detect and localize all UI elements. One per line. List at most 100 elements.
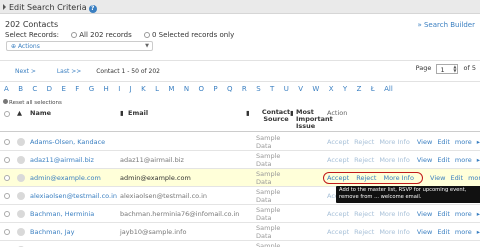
alpha-filter-8[interactable]: I (118, 85, 120, 93)
table-header: ▲ Name ▮ Email ▮ Contact Source ▮ Most I… (0, 106, 480, 132)
sort-name-icon[interactable]: ▲ (17, 109, 22, 117)
alpha-filter-4[interactable]: E (61, 85, 65, 93)
column-name[interactable]: Name (30, 109, 51, 117)
reject-action[interactable]: Reject (354, 138, 374, 146)
reject-action[interactable]: Reject (354, 156, 374, 164)
alpha-filter-22[interactable]: W (312, 85, 319, 93)
page-number-input[interactable]: 1 ▲ ▼ (436, 64, 459, 74)
column-email[interactable]: Email (128, 109, 148, 117)
row-checkbox[interactable] (4, 193, 10, 199)
contact-name-link[interactable]: adaz11@airmail.biz (30, 156, 94, 164)
help-icon[interactable]: ? (88, 5, 97, 13)
alpha-filter-13[interactable]: N (184, 85, 189, 93)
edit-action[interactable]: Edit (437, 138, 450, 146)
alpha-filter-all[interactable]: All (384, 85, 393, 93)
column-most-important-issue[interactable]: Most Important Issue (296, 109, 333, 130)
alpha-filter-12[interactable]: M (168, 85, 174, 93)
contact-name-link[interactable]: Adams-Olsen, Kandace (30, 138, 105, 146)
accept-action[interactable]: Accept (327, 210, 349, 218)
alpha-filter-2[interactable]: C (32, 85, 37, 93)
edit-action[interactable]: Edit (437, 210, 450, 218)
accept-action[interactable]: Accept (327, 138, 349, 146)
more-info-action[interactable]: More Info (383, 174, 413, 182)
alpha-filter-7[interactable]: H (104, 85, 109, 93)
reject-action[interactable]: Reject (354, 210, 374, 218)
alpha-filter-17[interactable]: R (242, 85, 247, 93)
alpha-filter-11[interactable]: L (155, 85, 159, 93)
more-action[interactable]: more▸ (455, 228, 480, 236)
view-action[interactable]: View (430, 174, 445, 182)
edit-search-criteria-toggle[interactable]: Edit Search Criteria? (0, 0, 480, 14)
reset-all-selections[interactable]: Reset all selections (3, 99, 62, 106)
reject-action[interactable]: Reject (354, 228, 374, 236)
reject-action[interactable]: Reject (356, 174, 376, 182)
more-action[interactable]: more▸ (455, 156, 480, 164)
alpha-filter-9[interactable]: J (130, 85, 132, 93)
alpha-filter-26[interactable]: Ł (371, 85, 375, 93)
sort-issue-icon[interactable]: ▮ (290, 109, 294, 117)
alpha-filter-0[interactable]: A (4, 85, 9, 93)
row-checkbox[interactable] (4, 139, 10, 145)
view-action[interactable]: View (417, 138, 432, 146)
page-range: Contact 1 - 50 of 202 (96, 68, 160, 75)
alpha-filter-3[interactable]: D (47, 85, 52, 93)
row-actions: Accept Reject More Info View Edit more▸ (327, 156, 480, 164)
more-info-action[interactable]: More Info (379, 210, 409, 218)
alpha-filter-23[interactable]: X (329, 85, 334, 93)
contact-name-link[interactable]: Bachman, Herminia (30, 210, 94, 218)
alpha-filter-21[interactable]: V (298, 85, 303, 93)
row-checkbox[interactable] (4, 175, 10, 181)
contact-name-link[interactable]: admin@example.com (30, 174, 101, 182)
more-action[interactable]: more▸ (468, 174, 480, 182)
alpha-filter-18[interactable]: S (256, 85, 260, 93)
selected-records-radio[interactable] (143, 32, 150, 38)
more-action[interactable]: more▸ (455, 210, 480, 218)
accept-action[interactable]: Accept (327, 228, 349, 236)
more-info-action[interactable]: More Info (379, 138, 409, 146)
alpha-filter-6[interactable]: G (89, 85, 94, 93)
contact-name-link[interactable]: alexiaolsen@testmail.co.in (30, 192, 117, 200)
alpha-filter-14[interactable]: O (198, 85, 204, 93)
sort-source-icon[interactable]: ▮ (246, 109, 250, 117)
edit-action[interactable]: Edit (437, 156, 450, 164)
alpha-filter-15[interactable]: P (213, 85, 217, 93)
more-info-action[interactable]: More Info (379, 156, 409, 164)
accept-action[interactable]: Accept (327, 174, 349, 182)
row-checkbox[interactable] (4, 211, 10, 217)
alpha-filter-1[interactable]: B (18, 85, 23, 93)
alpha-filter-20[interactable]: U (284, 85, 289, 93)
alpha-filter-5[interactable]: F (75, 85, 79, 93)
next-page-link[interactable]: Next > (15, 68, 36, 75)
contact-email: jayb10@sample.info (120, 228, 187, 236)
view-action[interactable]: View (417, 228, 432, 236)
alpha-filter-10[interactable]: K (141, 85, 146, 93)
selected-records-label: 0 Selected records only (151, 31, 235, 39)
edit-action[interactable]: Edit (450, 174, 463, 182)
alpha-filter-16[interactable]: Q (227, 85, 233, 93)
more-action[interactable]: more▸ (455, 138, 480, 146)
edit-action[interactable]: Edit (437, 228, 450, 236)
spinner-icon[interactable]: ▲ ▼ (453, 65, 456, 73)
contact-name-link[interactable]: Bachman, Jay (30, 228, 74, 236)
last-page-link[interactable]: Last >> (57, 68, 81, 75)
search-builder-link[interactable]: » Search Builder (417, 21, 475, 29)
actions-select[interactable]: ⊕ Actions ▼ (6, 41, 153, 51)
all-records-label: All 202 records (79, 31, 132, 39)
row-checkbox[interactable] (4, 157, 10, 163)
alpha-filter-19[interactable]: T (270, 85, 274, 93)
sort-email-icon[interactable]: ▮ (120, 109, 124, 117)
alphabet-filter: A B C D E F G H I J K L M N O P Q R S T U V W X Y Z Ł All (4, 85, 480, 95)
accept-action[interactable]: Accept (327, 156, 349, 164)
row-checkbox[interactable] (4, 229, 10, 235)
contact-type-icon (17, 192, 25, 200)
view-action[interactable]: View (417, 156, 432, 164)
alpha-filter-25[interactable]: Z (357, 85, 362, 93)
select-all-checkbox[interactable] (4, 111, 10, 117)
row-actions: Accept Reject More Info View Edit more▸ (327, 228, 480, 236)
alpha-filter-24[interactable]: Y (343, 85, 347, 93)
more-info-action[interactable]: More Info (379, 228, 409, 236)
view-action[interactable]: View (417, 210, 432, 218)
accept-tooltip: Add to the master list, RSVP for upcomin… (336, 186, 480, 203)
table-row: adaz11@airmail.biz adaz11@airmail.biz Samp… (0, 151, 480, 169)
all-records-radio[interactable] (71, 32, 78, 38)
